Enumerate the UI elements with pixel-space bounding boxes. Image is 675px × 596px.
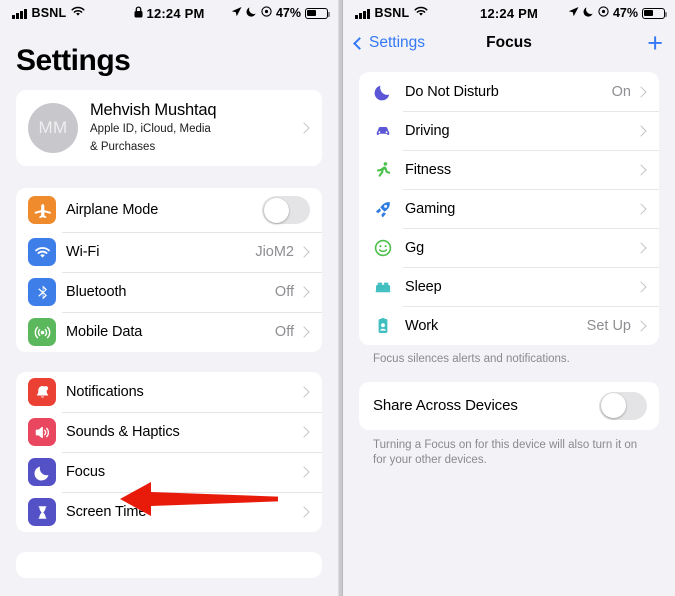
smiley-icon bbox=[371, 238, 395, 258]
lock-icon bbox=[134, 5, 143, 21]
moon-icon bbox=[28, 458, 56, 487]
settings-row-wifi[interactable]: Wi-Fi JioM2 bbox=[16, 232, 322, 272]
focus-row-label: Fitness bbox=[405, 161, 452, 178]
profile-name: Mehvish Mushtaq bbox=[90, 101, 217, 119]
battery-icon bbox=[642, 7, 668, 19]
focus-row-label: Sleep bbox=[405, 278, 442, 295]
avatar: MM bbox=[28, 103, 78, 154]
chevron-right-icon bbox=[635, 241, 647, 254]
settings-row-bluetooth[interactable]: Bluetooth Off bbox=[16, 272, 322, 312]
chevron-right-icon bbox=[298, 122, 310, 134]
hourglass-icon bbox=[28, 498, 56, 527]
focus-row-label: Driving bbox=[405, 122, 450, 139]
rocket-icon bbox=[371, 199, 395, 219]
settings-group-partial bbox=[16, 552, 322, 579]
focus-row-fitness[interactable]: Fitness bbox=[359, 150, 659, 189]
settings-row-label: Screen Time bbox=[66, 504, 147, 521]
clock-label: 12:24 PM bbox=[146, 5, 205, 21]
navigation-bar: Settings Focus + bbox=[343, 26, 675, 60]
share-across-devices-row[interactable]: Share Across Devices bbox=[359, 382, 659, 430]
settings-row-screen-time[interactable]: Screen Time bbox=[16, 492, 322, 532]
share-across-devices-toggle[interactable] bbox=[599, 391, 647, 420]
focus-row-label: Work bbox=[405, 317, 439, 334]
chevron-right-icon bbox=[635, 124, 647, 137]
focus-row-value: Set Up bbox=[586, 317, 631, 334]
chevron-right-icon bbox=[298, 386, 310, 398]
profile-text: Mehvish Mushtaq Apple ID, iCloud, Media … bbox=[90, 101, 300, 155]
focus-footnote: Focus silences alerts and notifications. bbox=[373, 353, 570, 365]
profile-subtitle-line2: & Purchases bbox=[90, 140, 156, 153]
settings-row-notifications[interactable]: Notifications bbox=[16, 372, 322, 412]
focus-row-value: On bbox=[611, 83, 631, 100]
chevron-right-icon bbox=[635, 163, 647, 176]
status-bar-center-group: 12:24 PM bbox=[0, 6, 338, 21]
settings-row-mobile-data[interactable]: Mobile Data Off bbox=[16, 312, 322, 352]
status-bar-right: BSNL 12:24 PM 47% bbox=[343, 0, 675, 26]
settings-row-label: Wi-Fi bbox=[66, 244, 100, 261]
focus-row-gg[interactable]: Gg bbox=[359, 228, 659, 267]
chevron-right-icon bbox=[635, 85, 647, 98]
status-bar-center-group: 12:24 PM bbox=[343, 6, 675, 21]
id-badge-icon bbox=[371, 316, 395, 336]
dual-screenshot: BSNL 12:24 PM 47% Settings MM Mehvish Mu… bbox=[0, 0, 675, 596]
chevron-right-icon bbox=[298, 466, 310, 478]
settings-row-airplane-mode[interactable]: Airplane Mode bbox=[16, 188, 322, 232]
status-bar-left: BSNL 12:24 PM 47% bbox=[0, 0, 338, 26]
focus-row-do-not-disturb[interactable]: Do Not Disturb On bbox=[359, 72, 659, 111]
settings-screen: BSNL 12:24 PM 47% Settings MM Mehvish Mu… bbox=[0, 0, 338, 596]
chevron-right-icon bbox=[298, 426, 310, 438]
share-across-devices-group: Share Across Devices bbox=[359, 381, 659, 430]
bluetooth-icon bbox=[28, 278, 56, 307]
focus-row-label: Gaming bbox=[405, 200, 456, 217]
runner-icon bbox=[371, 160, 395, 180]
bed-icon bbox=[371, 277, 395, 297]
chevron-right-icon bbox=[298, 326, 310, 338]
share-across-devices-footnote: Turning a Focus on for this device will … bbox=[373, 438, 638, 467]
settings-row-value: Off bbox=[274, 324, 294, 341]
chevron-right-icon bbox=[298, 286, 310, 298]
nav-title: Focus bbox=[486, 34, 532, 51]
focus-screen: BSNL 12:24 PM 47% Settings Focus + Do No… bbox=[343, 0, 675, 596]
settings-row-value: Off bbox=[274, 284, 294, 301]
add-focus-button[interactable]: + bbox=[647, 29, 663, 57]
bell-icon bbox=[28, 378, 56, 407]
settings-row-label: Mobile Data bbox=[66, 324, 143, 341]
mobile-data-icon bbox=[28, 318, 56, 347]
page-title: Settings bbox=[16, 44, 131, 77]
settings-group-connectivity: Airplane Mode Wi-Fi JioM2 Bluetooth Off bbox=[16, 188, 322, 353]
settings-row-label: Focus bbox=[66, 464, 105, 481]
settings-row-label: Sounds & Haptics bbox=[66, 424, 180, 441]
airplane-icon bbox=[28, 196, 56, 225]
profile-subtitle-line1: Apple ID, iCloud, Media bbox=[90, 123, 211, 135]
settings-row-sounds-haptics[interactable]: Sounds & Haptics bbox=[16, 412, 322, 452]
car-icon bbox=[371, 121, 395, 141]
settings-row-value: JioM2 bbox=[255, 244, 294, 261]
focus-row-label: Do Not Disturb bbox=[405, 83, 499, 100]
focus-row-label: Gg bbox=[405, 239, 425, 256]
settings-row-label: Notifications bbox=[66, 384, 144, 401]
apple-id-profile-row[interactable]: MM Mehvish Mushtaq Apple ID, iCloud, Med… bbox=[16, 90, 322, 167]
chevron-right-icon bbox=[298, 506, 310, 518]
focus-row-driving[interactable]: Driving bbox=[359, 111, 659, 150]
speaker-icon bbox=[28, 418, 56, 447]
settings-group-system: Notifications Sounds & Haptics Focus Scr… bbox=[16, 372, 322, 533]
chevron-right-icon bbox=[298, 246, 310, 258]
moon-icon bbox=[371, 82, 395, 102]
battery-icon bbox=[305, 7, 331, 19]
chevron-right-icon bbox=[635, 319, 647, 332]
settings-row-focus[interactable]: Focus bbox=[16, 452, 322, 492]
focus-row-gaming[interactable]: Gaming bbox=[359, 189, 659, 228]
share-across-devices-label: Share Across Devices bbox=[373, 397, 518, 415]
chevron-right-icon bbox=[635, 202, 647, 215]
focus-modes-list: Do Not Disturb On Driving Fitness Gaming… bbox=[359, 72, 659, 345]
chevron-right-icon bbox=[635, 280, 647, 293]
airplane-mode-toggle[interactable] bbox=[262, 196, 310, 225]
focus-row-work[interactable]: Work Set Up bbox=[359, 306, 659, 345]
focus-row-sleep[interactable]: Sleep bbox=[359, 267, 659, 306]
clock-label: 12:24 PM bbox=[480, 5, 538, 21]
settings-row-label: Bluetooth bbox=[66, 284, 127, 301]
wifi-icon bbox=[28, 238, 56, 267]
settings-row-label: Airplane Mode bbox=[66, 202, 159, 219]
